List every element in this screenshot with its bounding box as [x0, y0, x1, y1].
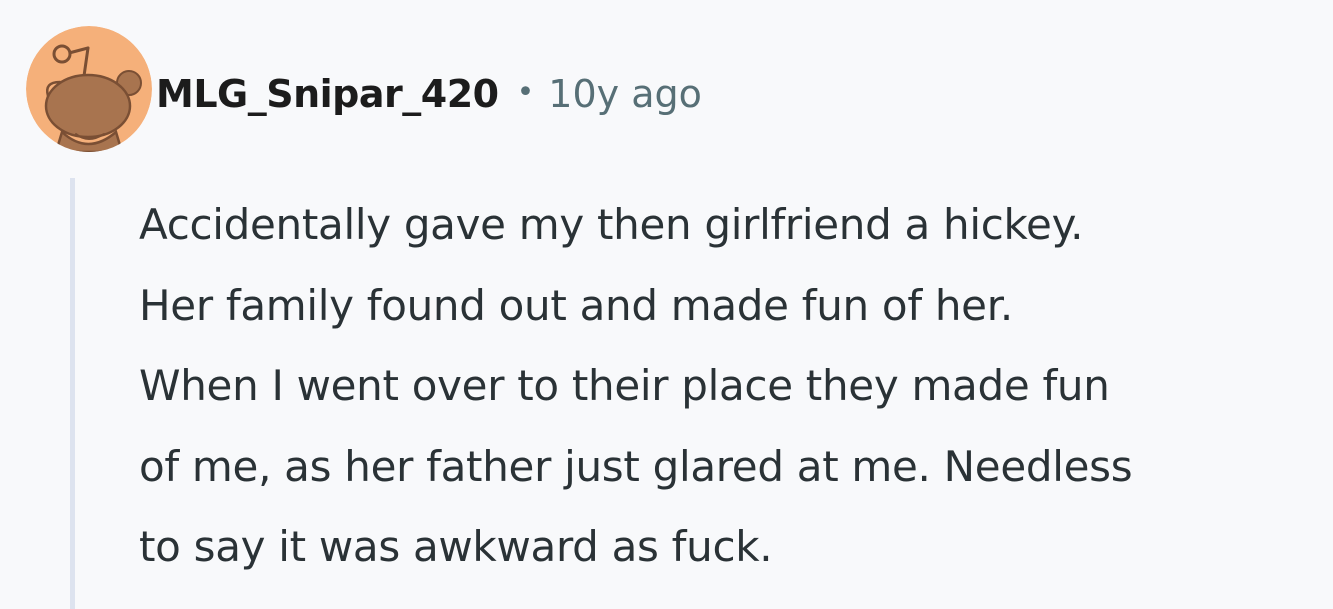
comment-body-line: When I went over to their place they mad… — [139, 361, 1110, 410]
comment-body-line: Her family found out and made fun of her… — [139, 280, 1013, 330]
comment-body-line: to say it was awkward as fuck. — [139, 522, 773, 571]
meta-separator: • — [516, 74, 535, 110]
reddit-snoo-avatar-icon — [26, 26, 152, 152]
comment-body-line: of me, as her father just glared at me. … — [139, 441, 1133, 491]
comment-body: Accidentally gave my then girlfriend a h… — [139, 185, 1314, 588]
comment: MLG_Snipar_420 • 10y ago Accidentally ga… — [0, 0, 1333, 609]
username-link[interactable]: MLG_Snipar_420 — [156, 72, 499, 116]
comment-body-line: Accidentally gave my then girlfriend a h… — [139, 200, 1084, 249]
user-avatar-icon[interactable] — [26, 26, 152, 152]
thread-collapse-line[interactable] — [70, 178, 75, 609]
comment-timestamp[interactable]: 10y ago — [548, 72, 702, 116]
comment-meta: MLG_Snipar_420 • 10y ago — [156, 66, 702, 122]
